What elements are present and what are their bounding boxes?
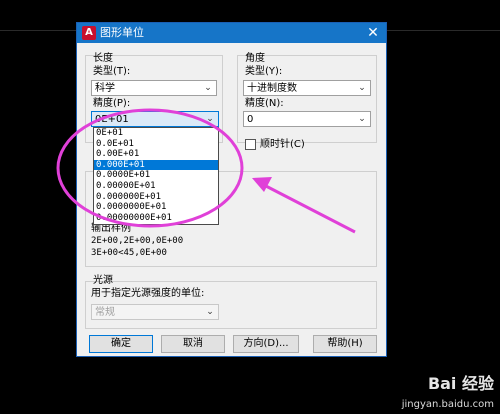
angle-type-value: 十进制度数 — [247, 83, 297, 94]
sample-output-line1: 2E+00,2E+00,0E+00 — [91, 236, 184, 246]
precision-option[interactable]: 0.000E+01 — [94, 159, 218, 171]
precision-option[interactable]: 0.0000000E+01 — [94, 202, 218, 213]
angle-precision-label: 精度(N): — [245, 98, 284, 109]
cancel-button[interactable]: 取消 — [161, 335, 225, 353]
light-units-select: 常规 ⌄ — [91, 304, 219, 320]
watermark-url: jingyan.baidu.com — [401, 399, 494, 410]
light-group-label: 光源 — [93, 275, 113, 286]
angle-type-label: 类型(Y): — [245, 66, 283, 77]
precision-option[interactable]: 0.0E+01 — [94, 139, 218, 150]
baidu-jingyan-watermark: Bai 经验 — [427, 374, 494, 393]
direction-button[interactable]: 方向(D)... — [233, 335, 299, 353]
length-precision-select[interactable]: 0E+01 ⌄ — [91, 111, 219, 127]
precision-option[interactable]: 0.0000E+01 — [94, 170, 218, 181]
help-button[interactable]: 帮助(H) — [313, 335, 377, 353]
angle-group-label: 角度 — [245, 53, 265, 64]
clockwise-checkbox[interactable] — [245, 139, 256, 150]
precision-option[interactable]: 0.00000E+01 — [94, 181, 218, 192]
precision-option[interactable]: 0.000000E+01 — [94, 192, 218, 203]
chevron-down-icon: ⌄ — [358, 83, 366, 93]
length-group-label: 长度 — [93, 53, 113, 64]
chevron-down-icon: ⌄ — [358, 114, 366, 124]
precision-option[interactable]: 0.00E+01 — [94, 149, 218, 160]
precision-option[interactable]: 0E+01 — [94, 128, 218, 139]
light-units-value: 常规 — [95, 307, 115, 318]
length-precision-dropdown[interactable]: 0E+01 0.0E+01 0.00E+01 0.000E+01 0.0000E+01 0… — [93, 127, 219, 225]
chevron-down-icon: ⌄ — [206, 114, 214, 124]
chevron-down-icon: ⌄ — [206, 307, 214, 317]
autocad-app-icon: A — [82, 26, 96, 40]
ok-button[interactable]: 确定 — [89, 335, 153, 353]
title-bar[interactable]: A 图形单位 ✕ — [77, 23, 386, 43]
dialog-title: 图形单位 — [100, 26, 144, 39]
length-type-value: 科学 — [95, 83, 115, 94]
light-units-label: 用于指定光源强度的单位: — [91, 288, 205, 299]
length-type-label: 类型(T): — [93, 66, 131, 77]
angle-precision-value: 0 — [247, 114, 254, 125]
length-precision-label: 精度(P): — [93, 98, 131, 109]
precision-option[interactable]: 0.00000000E+01 — [94, 213, 218, 224]
clockwise-label[interactable]: 顺时针(C) — [260, 139, 305, 151]
close-icon[interactable]: ✕ — [364, 23, 382, 43]
length-precision-value: 0E+01 — [95, 114, 129, 125]
angle-type-select[interactable]: 十进制度数 ⌄ — [243, 80, 371, 96]
drawing-units-dialog: A 图形单位 ✕ 长度 类型(T): 科学 ⌄ 精度(P): 0E+01 ⌄ 0… — [76, 22, 387, 357]
length-type-select[interactable]: 科学 ⌄ — [91, 80, 217, 96]
angle-precision-select[interactable]: 0 ⌄ — [243, 111, 371, 127]
sample-output-line2: 3E+00<45,0E+00 — [91, 248, 167, 258]
chevron-down-icon: ⌄ — [204, 83, 212, 93]
